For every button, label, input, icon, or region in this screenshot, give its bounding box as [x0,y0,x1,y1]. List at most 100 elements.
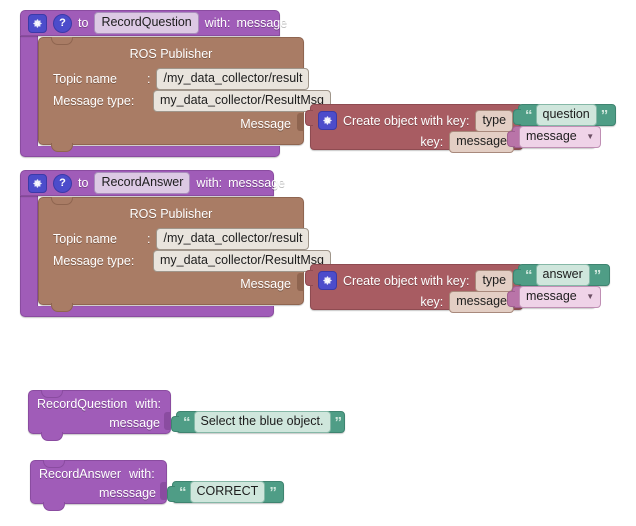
blockly-workspace[interactable]: ? to RecordQuestion with: message ROS Pu… [0,0,636,526]
procedure-definition-record-answer[interactable]: ? to RecordAnswer with: messsage ROS Pub… [20,170,610,317]
chevron-down-icon[interactable]: ▼ [586,292,594,301]
procedure-name-field[interactable]: RecordQuestion [94,12,199,34]
topic-name-separator: : [147,71,151,86]
message-type-field[interactable]: my_data_collector/ResultMsg [153,90,331,112]
create-object-header-row[interactable]: Create object with key: type [318,270,514,292]
block-connector-notch [51,197,73,205]
text-block-output-plug [513,109,521,125]
topic-name-label: Topic name [53,231,117,246]
procedure-params: message [236,15,288,30]
variable-block-message[interactable]: message ▼ [507,126,602,148]
block-connector-notch-bottom [41,432,63,441]
to-label: to [78,15,89,30]
procedure-name-field[interactable]: RecordAnswer [94,172,191,194]
object-key-label-1: key: [420,294,444,309]
create-object-title: Create object with key: [343,113,470,128]
text-value-field[interactable]: question [535,104,597,126]
block-connector-notch-bottom [43,502,65,511]
gear-icon[interactable] [318,111,337,131]
message-type-field[interactable]: my_data_collector/ResultMsg [153,250,331,272]
topic-name-field[interactable]: /my_data_collector/result [156,228,310,250]
create-object-title: Create object with key: [343,273,470,288]
topic-name-field[interactable]: /my_data_collector/result [156,68,310,90]
message-input-label: Message [240,117,291,131]
variable-block-message[interactable]: message ▼ [507,286,602,308]
text-block-select-the-blue-object[interactable]: “ Select the blue object. ” [171,411,345,433]
variable-name-dropdown[interactable]: message ▼ [519,286,602,308]
open-quote-icon: “ [525,106,532,124]
text-block-correct[interactable]: “ CORRECT ” [167,481,284,503]
topic-name-separator: : [147,231,151,246]
object-key-field-0[interactable]: type [475,110,514,132]
gear-icon[interactable] [318,271,337,291]
text-value-field[interactable]: answer [535,264,590,286]
create-object-block[interactable]: Create object with key: type key: messag… [305,104,523,153]
message-input-socket[interactable] [297,273,303,291]
create-object-key-row[interactable]: key: message [420,131,514,153]
procedure-params: messsage [228,175,286,190]
open-quote-icon: “ [183,413,190,431]
variable-name-label: message [526,289,577,304]
procedure-definition-record-question[interactable]: ? to RecordQuestion with: message ROS Pu… [20,10,616,157]
ros-publisher-block[interactable]: ROS Publisher Topic name : /my_data_coll… [38,37,331,152]
ros-publisher-block[interactable]: ROS Publisher Topic name : /my_data_coll… [38,197,331,312]
text-value-field[interactable]: CORRECT [189,481,266,503]
with-label: with: [135,397,162,411]
procedure-call-record-answer[interactable]: RecordAnswer with: messsage “ CORRECT ” [30,460,284,511]
text-value-field[interactable]: Select the blue object. [193,411,331,433]
with-label: with: [128,467,155,481]
procedure-call-arg-label: messsage [99,486,156,500]
procedure-header-bar[interactable]: ? to RecordAnswer with: messsage [20,170,285,196]
message-type-label: Message type: [53,253,135,268]
procedure-call-name: RecordQuestion [37,397,128,411]
procedure-header-bar[interactable]: ? to RecordQuestion with: message [20,10,287,36]
procedure-call-record-question[interactable]: RecordQuestion with: message “ Select th… [28,390,345,441]
create-object-block[interactable]: Create object with key: type key: messag… [305,264,523,313]
create-object-header-row[interactable]: Create object with key: type [318,110,514,132]
text-block-output-plug [513,269,521,285]
create-object-output-plug [305,110,313,126]
question-mark-icon[interactable]: ? [53,173,72,193]
text-block-answer[interactable]: “ answer ” [513,264,610,286]
procedure-call-body[interactable]: RecordAnswer with: messsage [30,460,167,511]
procedure-call-title-row: RecordQuestion with: [37,398,161,411]
with-label: with: [196,175,223,190]
object-key-label-1: key: [420,134,444,149]
object-key-field-1[interactable]: message [449,131,514,153]
variable-name-label: message [526,129,577,144]
variable-block-output-plug [507,131,515,147]
topic-name-row[interactable]: Topic name : /my_data_collector/result [53,68,310,90]
ros-publisher-title: ROS Publisher [129,47,213,61]
text-block-question[interactable]: “ question ” [513,104,616,126]
with-label: with: [204,15,231,30]
question-mark-icon[interactable]: ? [53,13,72,33]
procedure-call-arg-socket[interactable] [160,482,166,500]
gear-icon[interactable] [28,13,47,33]
procedure-call-title-row: RecordAnswer with: [39,468,155,481]
topic-name-row[interactable]: Topic name : /my_data_collector/result [53,228,310,250]
procedure-call-body[interactable]: RecordQuestion with: message [28,390,171,441]
procedure-call-name: RecordAnswer [39,467,121,481]
chevron-down-icon[interactable]: ▼ [586,132,594,141]
open-quote-icon: “ [179,483,186,501]
create-object-key-row[interactable]: key: message [420,291,514,313]
close-quote-icon: ” [269,483,276,501]
message-type-row[interactable]: Message type: my_data_collector/ResultMs… [53,90,331,112]
object-key-field-1[interactable]: message [449,291,514,313]
block-connector-notch-bottom [51,303,73,312]
create-object-output-plug [305,270,313,286]
object-key-field-0[interactable]: type [475,270,514,292]
block-connector-notch [51,37,73,45]
text-block-output-plug [167,486,175,502]
ros-publisher-title: ROS Publisher [129,207,213,221]
gear-icon[interactable] [28,173,47,193]
procedure-body-left-rail [20,36,38,146]
procedure-call-arg-socket[interactable] [164,412,170,430]
message-type-row[interactable]: Message type: my_data_collector/ResultMs… [53,250,331,272]
message-input-socket[interactable] [297,113,303,131]
message-input-label: Message [240,277,291,291]
close-quote-icon: ” [593,266,601,284]
procedure-call-arg-label: message [109,416,160,430]
close-quote-icon: ” [600,106,608,124]
variable-name-dropdown[interactable]: message ▼ [519,126,602,148]
